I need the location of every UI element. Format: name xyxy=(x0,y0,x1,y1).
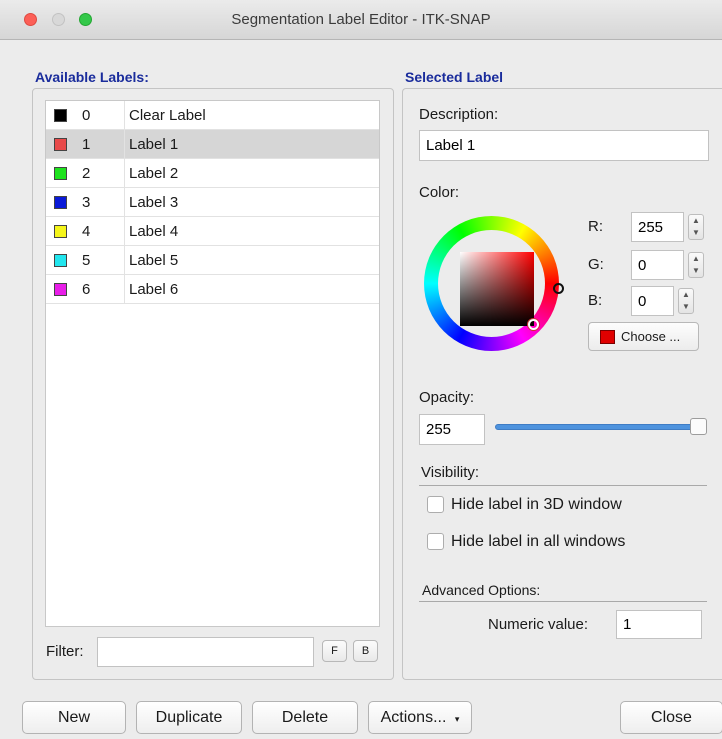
filter-background-button[interactable]: B xyxy=(353,640,378,662)
g-stepper[interactable]: ▲ ▼ xyxy=(688,252,704,278)
title-bar: Segmentation Label Editor - ITK-SNAP xyxy=(0,0,722,40)
label-name: Label 5 xyxy=(129,252,179,269)
numeric-value-label: Numeric value: xyxy=(488,616,589,633)
hide-3d-label[interactable]: Hide label in 3D window xyxy=(451,496,622,514)
label-color-swatch xyxy=(54,109,67,122)
label-row[interactable]: 5 Label 5 xyxy=(46,246,379,275)
duplicate-button[interactable]: Duplicate xyxy=(136,701,242,734)
advanced-divider xyxy=(419,601,707,602)
filter-foreground-button[interactable]: F xyxy=(322,640,347,662)
column-divider xyxy=(124,275,125,303)
label-number: 3 xyxy=(82,194,91,211)
description-label: Description: xyxy=(419,106,499,123)
label-color-swatch xyxy=(54,167,67,180)
label-name: Label 3 xyxy=(129,194,179,211)
hide-3d-checkbox[interactable] xyxy=(427,496,444,513)
r-label: R: xyxy=(588,218,603,235)
filter-label: Filter: xyxy=(46,643,84,660)
hide-all-label[interactable]: Hide label in all windows xyxy=(451,533,625,551)
label-color-swatch xyxy=(54,283,67,296)
column-divider xyxy=(124,101,125,129)
choose-button-label: Choose ... xyxy=(621,329,681,344)
description-input[interactable] xyxy=(419,130,709,161)
chevron-down-icon: ▾ xyxy=(454,714,460,724)
g-input[interactable] xyxy=(631,250,684,280)
b-label: B: xyxy=(588,292,603,309)
label-row[interactable]: 6 Label 6 xyxy=(46,275,379,304)
visibility-divider xyxy=(419,485,707,486)
label-number: 2 xyxy=(82,165,91,182)
label-name: Label 2 xyxy=(129,165,179,182)
color-label: Color: xyxy=(419,184,460,201)
label-number: 4 xyxy=(82,223,91,240)
label-number: 1 xyxy=(82,136,91,153)
saturation-value-square[interactable] xyxy=(460,252,534,326)
b-input[interactable] xyxy=(631,286,674,316)
opacity-input[interactable] xyxy=(419,414,485,445)
label-color-swatch xyxy=(54,254,67,267)
label-name: Label 6 xyxy=(129,281,179,298)
opacity-slider-handle[interactable] xyxy=(690,418,707,435)
column-divider xyxy=(124,217,125,245)
g-label: G: xyxy=(588,256,604,273)
column-divider xyxy=(124,130,125,158)
r-stepper[interactable]: ▲ ▼ xyxy=(688,214,704,240)
visibility-label: Visibility: xyxy=(421,464,480,481)
label-list[interactable]: 0 Clear Label 1 Label 1 2 Label 2 3 Label 3 4 Lab… xyxy=(45,100,380,627)
column-divider xyxy=(124,188,125,216)
opacity-slider-track[interactable] xyxy=(495,424,702,430)
advanced-options-label: Advanced Options: xyxy=(422,582,541,598)
close-button[interactable]: Close xyxy=(620,701,722,734)
label-row[interactable]: 2 Label 2 xyxy=(46,159,379,188)
label-row[interactable]: 4 Label 4 xyxy=(46,217,379,246)
delete-button[interactable]: Delete xyxy=(252,701,358,734)
label-color-swatch xyxy=(54,196,67,209)
window-title: Segmentation Label Editor - ITK-SNAP xyxy=(231,11,491,28)
hue-marker-icon[interactable] xyxy=(553,283,564,294)
color-marker-icon[interactable] xyxy=(528,319,539,330)
r-input[interactable] xyxy=(631,212,684,242)
column-divider xyxy=(124,159,125,187)
new-button[interactable]: New xyxy=(22,701,126,734)
column-divider xyxy=(124,246,125,274)
available-labels-heading: Available Labels: xyxy=(35,69,149,85)
label-name: Label 1 xyxy=(129,136,179,153)
label-row[interactable]: 1 Label 1 xyxy=(46,130,379,159)
actions-button-label: Actions... xyxy=(380,709,447,726)
actions-button[interactable]: Actions... ▾ xyxy=(368,701,472,734)
opacity-label: Opacity: xyxy=(419,389,475,406)
color-wheel[interactable] xyxy=(424,216,564,351)
label-number: 5 xyxy=(82,252,91,269)
current-color-swatch xyxy=(600,330,615,344)
choose-color-button[interactable]: Choose ... xyxy=(588,322,699,351)
numeric-value-input[interactable] xyxy=(616,610,702,639)
label-number: 6 xyxy=(82,281,91,298)
label-name: Clear Label xyxy=(129,107,206,124)
label-number: 0 xyxy=(82,107,91,124)
b-stepper[interactable]: ▲ ▼ xyxy=(678,288,694,314)
label-row[interactable]: 3 Label 3 xyxy=(46,188,379,217)
label-name: Label 4 xyxy=(129,223,179,240)
selected-label-heading: Selected Label xyxy=(405,69,504,85)
filter-input[interactable] xyxy=(97,637,314,667)
label-color-swatch xyxy=(54,225,67,238)
label-row[interactable]: 0 Clear Label xyxy=(46,101,379,130)
hide-all-checkbox[interactable] xyxy=(427,533,444,550)
label-color-swatch xyxy=(54,138,67,151)
